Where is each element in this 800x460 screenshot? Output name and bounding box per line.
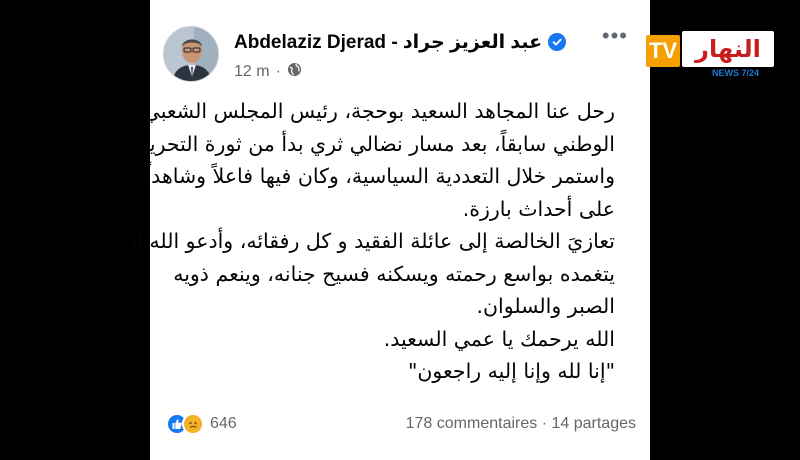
post-footer: 646 178 commentaires · 14 partages [166, 410, 636, 438]
comments-count-link[interactable]: 178 commentaires [406, 415, 538, 432]
sad-icon [182, 413, 204, 435]
channel-logo-tv: TV [646, 35, 680, 67]
shares-count-link[interactable]: 14 partages [551, 415, 636, 432]
post-text-line: الصبر والسلوان. [476, 294, 615, 318]
globe-icon[interactable] [287, 62, 302, 82]
meta-separator: · [275, 63, 281, 80]
reactions-summary[interactable]: 646 [166, 413, 237, 435]
post-more-options-button[interactable]: ••• [602, 25, 628, 47]
author-avatar[interactable] [163, 26, 219, 82]
post-meta: 12 m · [234, 62, 302, 82]
post-author[interactable]: Abdelaziz Djerad - عبد العزيز جراد [234, 30, 567, 54]
post-text-line: رحل عنا المجاهد السعيد بوحجة، رئيس المجل… [143, 99, 615, 123]
avatar-portrait [164, 27, 218, 81]
post-text-line: تعازيَ الخالصة إلى عائلة الفقيد و كل رفق… [122, 229, 615, 253]
facebook-post-card: Abdelaziz Djerad - عبد العزيز جراد 12 m … [122, 0, 650, 460]
channel-logo-news: NEWS 7/24 [712, 68, 760, 78]
post-text-line: الله يرحمك يا عمي السعيد. [383, 326, 615, 351]
post-text-line: الوطني سابقاً، بعد مسار نضالي ثري بدأ من… [131, 131, 615, 156]
post-text-line: واستمر خلال التعددية السياسية، وكان فيها… [145, 164, 615, 188]
verified-badge-icon [548, 33, 567, 51]
channel-logo: TV النهار NEWS 7/24 [646, 31, 774, 79]
engagement-stats: 178 commentaires · 14 partages [406, 415, 636, 433]
post-text-line: "إنا لله وإنا إليه راجعون" [407, 359, 615, 383]
stats-separator: · [541, 415, 548, 432]
post-text-line: يتغمده بواسع رحمته ويسكنه فسيح جنانه، وي… [173, 261, 615, 286]
channel-logo-brand: النهار [682, 31, 774, 67]
author-name[interactable]: Abdelaziz Djerad - عبد العزيز جراد [234, 31, 542, 54]
reactions-count[interactable]: 646 [210, 415, 237, 433]
post-text: رحل عنا المجاهد السعيد بوحجة، رئيس المجل… [122, 95, 615, 388]
post-text-line: على أحداث بارزة. [462, 196, 615, 221]
post-timestamp[interactable]: 12 m [234, 63, 270, 81]
